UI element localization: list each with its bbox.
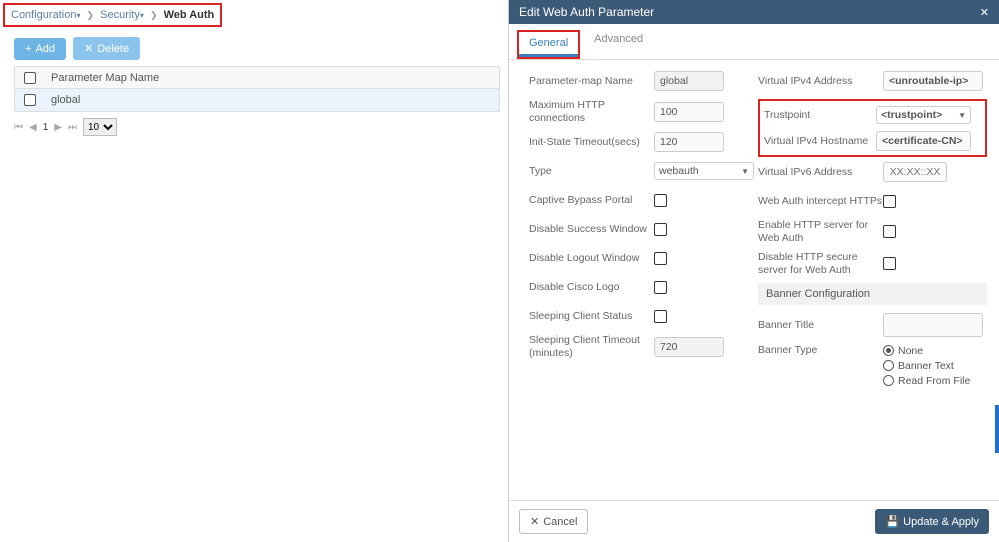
caret-down-icon: ▼ bbox=[958, 111, 966, 120]
pager-first[interactable]: ⏮ bbox=[14, 122, 23, 133]
max-http-input[interactable] bbox=[654, 102, 724, 122]
panel-header: Edit Web Auth Parameter ✕ bbox=[509, 0, 999, 24]
breadcrumb-security[interactable]: Security▾ bbox=[100, 9, 144, 21]
trustpoint-select[interactable]: <trustpoint>▼ bbox=[876, 106, 971, 124]
row-name: global bbox=[45, 94, 499, 106]
dhttps-label: Disable HTTP secure server for Web Auth bbox=[758, 251, 883, 276]
dsw-checkbox[interactable] bbox=[654, 223, 667, 236]
cancel-button[interactable]: ✕ Cancel bbox=[519, 509, 588, 534]
dhttps-checkbox[interactable] bbox=[883, 257, 896, 270]
radio-none[interactable]: None bbox=[883, 345, 923, 357]
v4host-input[interactable] bbox=[876, 131, 971, 151]
main-pane: Configuration▾ ❯ Security▾ ❯ Web Auth + … bbox=[0, 0, 508, 542]
table-row[interactable]: global bbox=[15, 89, 499, 111]
scs-label: Sleeping Client Status bbox=[529, 310, 654, 323]
dcl-checkbox[interactable] bbox=[654, 281, 667, 294]
highlight-trustpoint-block: Trustpoint <trustpoint>▼ Virtual IPv4 Ho… bbox=[758, 99, 987, 157]
right-column: Virtual IPv4 Address Trustpoint <trustpo… bbox=[758, 70, 987, 500]
table-header-row: Parameter Map Name bbox=[15, 67, 499, 89]
column-header-name[interactable]: Parameter Map Name bbox=[45, 72, 499, 84]
wai-label: Web Auth intercept HTTPs bbox=[758, 195, 883, 208]
v6addr-input[interactable] bbox=[883, 162, 947, 182]
v6addr-label: Virtual IPv6 Address bbox=[758, 166, 883, 179]
dcl-label: Disable Cisco Logo bbox=[529, 281, 654, 294]
add-button[interactable]: + Add bbox=[14, 38, 66, 60]
pager-page: 1 bbox=[43, 122, 49, 133]
breadcrumb-current: Web Auth bbox=[164, 9, 215, 21]
init-timeout-input[interactable] bbox=[654, 132, 724, 152]
breadcrumb: Configuration▾ ❯ Security▾ ❯ Web Auth bbox=[3, 3, 222, 27]
delete-label: Delete bbox=[97, 43, 129, 55]
caret-down-icon: ▼ bbox=[741, 167, 749, 176]
header-checkbox[interactable] bbox=[24, 72, 36, 84]
save-icon: 💾 bbox=[885, 515, 899, 528]
sct-input[interactable] bbox=[654, 337, 724, 357]
init-timeout-label: Init-State Timeout(secs) bbox=[529, 136, 654, 149]
radio-banner-text[interactable]: Banner Text bbox=[883, 360, 954, 372]
tab-bar: General Advanced bbox=[509, 24, 999, 60]
highlight-general-tab: General bbox=[517, 30, 580, 59]
dlw-label: Disable Logout Window bbox=[529, 252, 654, 265]
breadcrumb-configuration[interactable]: Configuration▾ bbox=[11, 9, 80, 21]
parameter-map-table: Parameter Map Name global bbox=[14, 66, 500, 112]
panel-body: Parameter-map Name Maximum HTTP connecti… bbox=[509, 60, 999, 500]
panel-title: Edit Web Auth Parameter bbox=[519, 5, 654, 19]
trustpoint-label: Trustpoint bbox=[764, 109, 876, 122]
pager-last[interactable]: ⏭ bbox=[68, 122, 77, 133]
pager-prev[interactable]: ◀ bbox=[29, 122, 37, 133]
v4addr-input[interactable] bbox=[883, 71, 983, 91]
x-icon: ✕ bbox=[530, 515, 539, 528]
edit-panel: Edit Web Auth Parameter ✕ General Advanc… bbox=[508, 0, 999, 542]
tab-advanced[interactable]: Advanced bbox=[584, 28, 653, 59]
pm-name-label: Parameter-map Name bbox=[529, 75, 654, 88]
delete-button[interactable]: ✕ Delete bbox=[73, 37, 140, 60]
left-column: Parameter-map Name Maximum HTTP connecti… bbox=[529, 70, 758, 500]
banner-type-label: Banner Type bbox=[758, 344, 883, 357]
pager-next[interactable]: ▶ bbox=[54, 122, 62, 133]
pager: ⏮ ◀ 1 ▶ ⏭ 10 bbox=[14, 118, 508, 136]
add-label: Add bbox=[35, 43, 55, 55]
v4addr-label: Virtual IPv4 Address bbox=[758, 75, 883, 88]
type-select[interactable]: webauth▼ bbox=[654, 162, 754, 180]
scroll-indicator[interactable] bbox=[995, 405, 999, 453]
pm-name-input[interactable] bbox=[654, 71, 724, 91]
update-apply-button[interactable]: 💾 Update & Apply bbox=[875, 509, 989, 534]
panel-footer: ✕ Cancel 💾 Update & Apply bbox=[509, 500, 999, 542]
banner-title-input[interactable] bbox=[883, 313, 983, 337]
banner-type-radios: None Banner Text Read From File bbox=[883, 344, 987, 390]
banner-title-label: Banner Title bbox=[758, 319, 883, 332]
max-http-label: Maximum HTTP connections bbox=[529, 99, 654, 124]
banner-config-header: Banner Configuration bbox=[758, 283, 987, 305]
sct-label: Sleeping Client Timeout (minutes) bbox=[529, 334, 654, 359]
radio-read-file[interactable]: Read From File bbox=[883, 375, 970, 387]
type-label: Type bbox=[529, 165, 654, 178]
action-bar: + Add ✕ Delete bbox=[14, 37, 508, 60]
plus-icon: + bbox=[25, 43, 31, 55]
tab-general[interactable]: General bbox=[519, 32, 578, 57]
x-icon: ✕ bbox=[84, 42, 93, 55]
pager-size-select[interactable]: 10 bbox=[83, 118, 117, 136]
wai-checkbox[interactable] bbox=[883, 195, 896, 208]
row-checkbox[interactable] bbox=[24, 94, 36, 106]
dsw-label: Disable Success Window bbox=[529, 223, 654, 236]
chevron-right-icon: ❯ bbox=[87, 10, 95, 20]
ehttp-checkbox[interactable] bbox=[883, 225, 896, 238]
chevron-right-icon: ❯ bbox=[150, 10, 158, 20]
dlw-checkbox[interactable] bbox=[654, 252, 667, 265]
scs-checkbox[interactable] bbox=[654, 310, 667, 323]
ehttp-label: Enable HTTP server for Web Auth bbox=[758, 219, 883, 244]
captive-label: Captive Bypass Portal bbox=[529, 194, 654, 207]
v4host-label: Virtual IPv4 Hostname bbox=[764, 135, 876, 148]
captive-checkbox[interactable] bbox=[654, 194, 667, 207]
close-icon[interactable]: ✕ bbox=[980, 6, 989, 19]
